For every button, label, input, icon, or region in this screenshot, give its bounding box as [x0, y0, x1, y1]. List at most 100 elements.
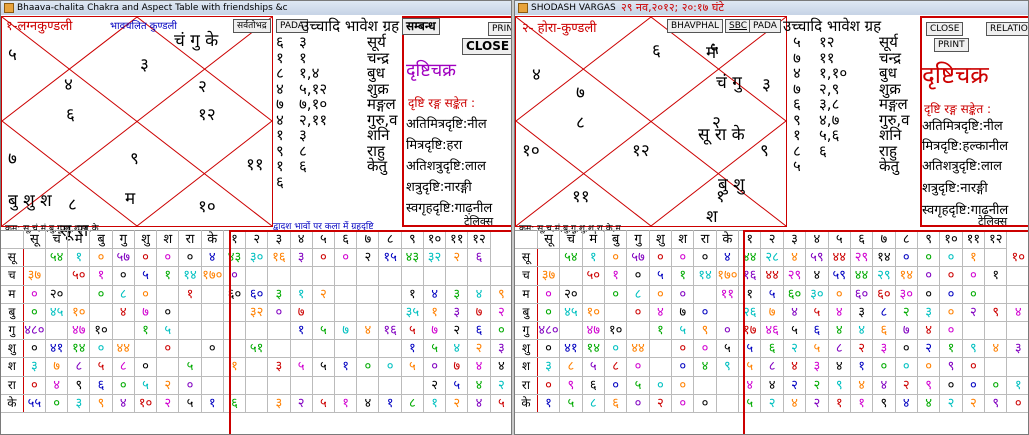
- aspect-cell: ५: [716, 339, 740, 359]
- aspect-cell: ८: [604, 357, 628, 377]
- aspect-cell: १०: [1006, 248, 1028, 268]
- left-window-titlebar[interactable]: Bhaava-chalita Chakra and Aspect Table w…: [1, 1, 511, 15]
- relation-button[interactable]: RELATION: [986, 22, 1028, 36]
- aspect-cell: [356, 339, 380, 359]
- aspect-cell: [245, 376, 269, 395]
- aspect-cell: ०: [649, 248, 673, 268]
- aspect-cell: १५: [378, 248, 402, 268]
- pada-button[interactable]: PADA: [749, 19, 781, 33]
- aspect-cell: [378, 285, 402, 304]
- print-button[interactable]: PRINT: [488, 22, 511, 36]
- aspect-cell: २: [783, 376, 807, 395]
- aspect-cell: ५: [445, 376, 469, 395]
- aspect-cell: [356, 303, 380, 322]
- aspect-cell: ०: [693, 303, 717, 322]
- aspect-cell: ९: [716, 357, 740, 377]
- row-planet-label: गु: [1, 321, 24, 341]
- aspect-cell: ६०: [783, 285, 807, 304]
- aspect-cell: ८: [401, 394, 424, 413]
- bhavphal-button[interactable]: BHAVPHAL: [667, 19, 724, 33]
- table-row: बु ० ४५ १० ० ४ ७ ० २६ ७ ४ ५ ४ ३ ८ २ ३ ० २ ९ ४: [515, 303, 1028, 322]
- aspect-cell: ९: [917, 376, 941, 395]
- aspect-cell: [984, 357, 1008, 377]
- aspect-cell: ४: [783, 357, 807, 377]
- house-column-header: ८: [378, 229, 402, 250]
- planets-label: चं गु: [716, 73, 742, 93]
- planet-column-header: मं: [67, 229, 91, 250]
- table-row: के ५५ ० ३ ९ ४ १० २ ५ १ ६ ३ २ ५ १ ४ १ ८ १ २ ४ ५: [1, 394, 511, 413]
- aspect-cell: ०: [178, 248, 202, 268]
- house-number: ६: [652, 41, 661, 61]
- aspect-cell: ४: [112, 394, 135, 413]
- aspect-cell: ०: [671, 339, 695, 359]
- hora-kundali-chart[interactable]: २- होरा-कुण्डली ६ ४ ५ ७ ३ ८ २ १० १२ ९ ११…: [515, 16, 787, 227]
- sbc-button[interactable]: SBC: [725, 19, 752, 33]
- house-number: ७: [576, 83, 585, 103]
- aspect-cell: ९: [962, 339, 986, 359]
- aspect-cell: ४: [828, 321, 851, 341]
- aspect-cell: ७: [445, 357, 469, 377]
- aspect-cell: १: [649, 321, 673, 341]
- house-column-header: ३: [267, 229, 291, 250]
- aspect-cell: ६०: [872, 285, 896, 304]
- aspect-cell: ०: [112, 266, 135, 286]
- table-row: श३८५८००४९५८४३४१०००९०: [515, 357, 1028, 377]
- aspect-cell: २: [939, 394, 963, 413]
- aspect-cell: २: [850, 339, 874, 359]
- sarvatobhadra-button[interactable]: सर्वतोभद्र: [233, 19, 271, 33]
- print-button[interactable]: PRINT: [934, 38, 969, 52]
- row-planet-label: रा: [515, 376, 538, 395]
- aspect-cell: ४: [783, 248, 807, 268]
- aspect-cell: ३: [267, 357, 291, 377]
- aspect-cell: ०: [89, 248, 113, 268]
- aspect-cell: ०: [423, 357, 447, 377]
- aspect-cell: ४३: [401, 248, 424, 268]
- aspect-cell: २: [467, 339, 491, 359]
- aspect-cell: ४: [112, 303, 135, 322]
- close-button[interactable]: CLOSE: [462, 38, 511, 55]
- aspect-cell: ५: [805, 303, 829, 322]
- aspect-legend-item: मित्रदृष्टि:हल्कानील: [922, 139, 1009, 154]
- aspect-cell: ४४: [626, 339, 650, 359]
- bhavesh-column: ३ १ १,४ ५,१२ ७,१० २,११ ३ ८ ६: [299, 33, 328, 175]
- aspect-cell: ४: [356, 394, 380, 413]
- aspect-cell: ८: [872, 303, 896, 322]
- aspect-cell: ५: [89, 357, 113, 377]
- aspect-cell: ५९: [805, 248, 829, 268]
- aspect-cell: ९: [490, 285, 511, 304]
- aspect-cell: १७०: [716, 266, 740, 286]
- aspect-cell: ३०: [805, 285, 829, 304]
- close-button[interactable]: CLOSE: [926, 22, 964, 36]
- table-row: के १ ५ ८ ६ ० २ ० ० ५ २ ४ २ १ १ ९ ४ ४ २ २ ९ ०: [515, 394, 1028, 413]
- aspect-cell: १४: [872, 248, 896, 268]
- aspect-cell: १६: [738, 266, 762, 286]
- aspect-cell: २६: [738, 303, 762, 322]
- aspect-cell: [45, 266, 69, 286]
- aspect-cell: [23, 248, 46, 268]
- table-row: रा ० ४ ९ ६ ० ५ २ ० २ ५ ४ २: [1, 376, 511, 395]
- aspect-cell: [267, 339, 291, 359]
- aspect-cell: ४: [917, 394, 941, 413]
- row-planet-label: बु: [1, 303, 24, 322]
- aspect-cell: ०: [895, 357, 918, 377]
- house-column-header: १२: [984, 229, 1008, 250]
- aspect-cell: १: [671, 266, 695, 286]
- aspect-cell: ५९: [828, 266, 851, 286]
- ucchadi-column: ५ ७ ४ ७ ६ ९ १ ८ ५: [793, 33, 801, 175]
- aspect-cell: २: [445, 321, 469, 341]
- right-window-titlebar[interactable]: SHODASH VARGAS २९ नव,२०१२; २०:१७ घंटे: [515, 1, 1028, 15]
- chart-title: २- होरा-कुण्डली: [522, 21, 597, 36]
- aspect-cell: [201, 357, 224, 377]
- house-column-header: १: [223, 229, 247, 250]
- sambandha-button[interactable]: सम्बन्ध: [402, 18, 440, 35]
- aspect-cell: ०: [939, 376, 963, 395]
- aspect-cell: ०: [671, 285, 695, 304]
- aspect-cell: ५: [738, 357, 762, 377]
- table-row: शु ० ४१ १४ ० ४४ ० ० ५ ५ ६ २ ५ ८ २ ३ ० २ १ ९ ४ ३: [515, 339, 1028, 359]
- aspect-cell: [290, 376, 313, 395]
- aspect-cell: ३: [290, 248, 313, 268]
- aspect-cell: ४३: [223, 248, 247, 268]
- lagna-kundali-chart[interactable]: १-लग्नकुण्डली भावचलित कुण्डली ५ ४ ३ ६ २ …: [1, 16, 273, 240]
- table-row: श३७८५८०५१३५५१००५०७४४: [1, 357, 511, 377]
- aspect-cell: १४: [582, 339, 605, 359]
